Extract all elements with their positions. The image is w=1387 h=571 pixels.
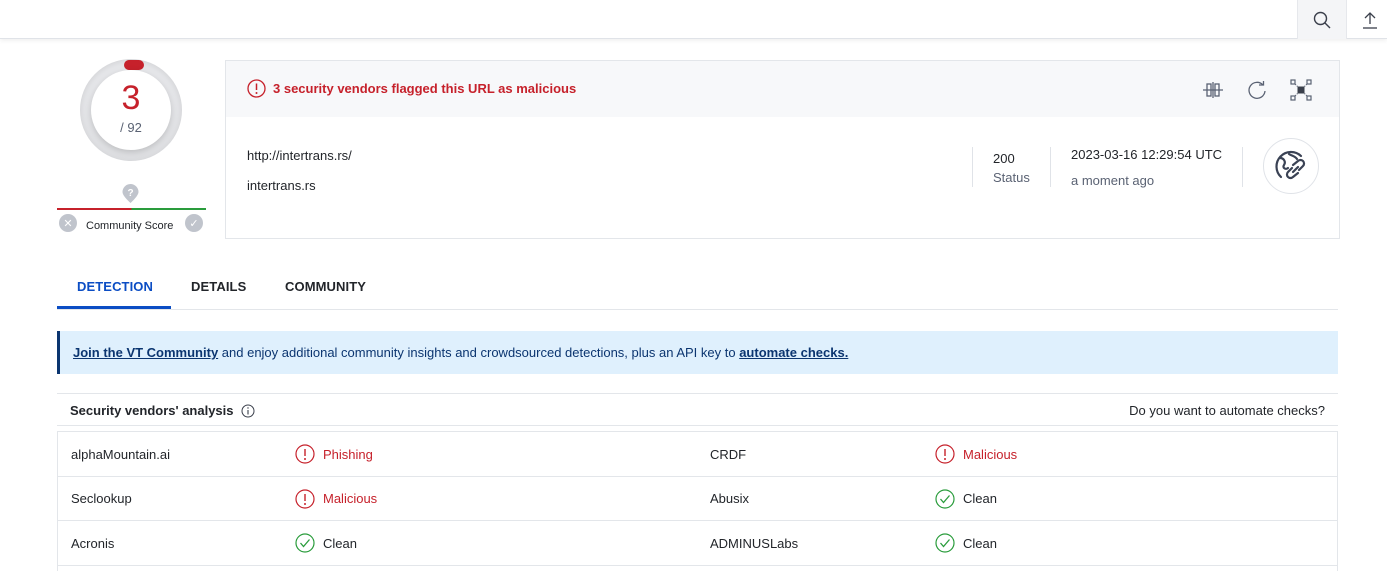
active-tab-indicator (57, 306, 171, 309)
upload-icon (1362, 11, 1377, 29)
check-circle-icon (935, 488, 955, 509)
close-icon: ✕ (63, 217, 73, 230)
vendor-name: alphaMountain.ai (71, 446, 171, 462)
vendor-result: Clean (935, 477, 997, 521)
graph-button[interactable] (1288, 78, 1314, 102)
tab-bar: DETECTION DETAILS COMMUNITY (57, 268, 1338, 310)
svg-text:?: ? (127, 188, 133, 199)
automate-checks-prompt[interactable]: Do you want to automate checks? (1129, 403, 1325, 418)
divider (1050, 147, 1051, 187)
join-community-link[interactable]: Join the VT Community (73, 345, 218, 360)
table-row: Acronis Clean ADMINUSLabs Clean (58, 521, 1337, 566)
scanned-url[interactable]: http://intertrans.rs/ (247, 148, 352, 163)
score-ring-fill (124, 60, 144, 70)
vendor-result-label: Phishing (323, 446, 373, 462)
vendor-result-label: Malicious (963, 446, 1018, 462)
vendor-result: Clean (935, 521, 997, 565)
analysis-date: 2023-03-16 12:29:54 UTC (1071, 147, 1223, 162)
search-icon (1313, 11, 1331, 28)
reanalyze-button[interactable] (1244, 78, 1270, 102)
vote-harmless-button[interactable]: ✓ (185, 214, 203, 232)
http-status-code: 200 (993, 151, 1015, 166)
top-bar (0, 0, 1387, 39)
vendor-result: Phishing (295, 432, 373, 476)
vendor-result-label: Clean (963, 535, 997, 551)
scanned-domain[interactable]: intertrans.rs (247, 178, 316, 193)
compare-icon (1203, 82, 1223, 98)
http-status-label: Status (993, 170, 1030, 185)
check-icon: ✓ (189, 217, 199, 230)
vendor-result: Clean (295, 521, 357, 565)
info-icon[interactable] (241, 404, 255, 418)
divider (1242, 147, 1243, 187)
vendor-name: Acronis (71, 535, 115, 551)
graph-icon (1290, 79, 1312, 101)
detection-count: 3 (121, 79, 141, 117)
check-circle-icon (295, 533, 315, 553)
vote-harmful-button[interactable]: ✕ (59, 214, 77, 232)
alert-text: 3 security vendors flagged this URL as m… (273, 81, 577, 96)
vendor-result-label: Clean (963, 491, 997, 506)
upload-button[interactable] (1352, 0, 1387, 39)
vendors-analysis-header: Security vendors' analysis Do you want t… (57, 393, 1338, 426)
community-score: ? ✕ Community Score ✓ (57, 182, 207, 237)
alert-icon (295, 488, 315, 509)
summary-card: 3 security vendors flagged this URL as m… (225, 60, 1340, 239)
check-circle-icon (935, 533, 955, 553)
question-pin-icon: ? (122, 184, 139, 203)
vendor-name: Seclookup (71, 491, 132, 506)
reanalyze-icon (1248, 81, 1266, 99)
vendor-result-label: Clean (323, 535, 357, 551)
vendor-result: Malicious (295, 477, 377, 521)
vendor-name: ADMINUSLabs (710, 535, 799, 551)
alert-icon (247, 79, 266, 98)
search-button[interactable] (1297, 0, 1347, 39)
vendor-name: Abusix (710, 491, 750, 506)
automate-checks-link[interactable]: automate checks. (739, 345, 848, 360)
engine-total: / 92 (120, 120, 142, 135)
community-banner: Join the VT Community and enjoy addition… (57, 331, 1338, 374)
table-row: Seclookup Malicious Abusix Clean (58, 477, 1337, 521)
divider (972, 147, 973, 187)
vendor-result: Malicious (935, 432, 1017, 476)
tab-details[interactable]: DETAILS (191, 279, 246, 294)
vendors-table: alphaMountain.ai Phishing CRDF Malicious Sec… (57, 431, 1338, 571)
tab-detection[interactable]: DETECTION (77, 279, 153, 294)
malicious-alert: 3 security vendors flagged this URL as m… (247, 79, 576, 98)
globe-link-icon (1275, 150, 1306, 180)
url-type-badge (1263, 138, 1319, 194)
detection-score-gauge: 3 / 92 (80, 59, 182, 161)
vendor-name: CRDF (710, 446, 747, 462)
vendors-analysis-title: Security vendors' analysis (70, 403, 234, 418)
summary-header: 3 security vendors flagged this URL as m… (226, 61, 1339, 117)
compare-button[interactable] (1200, 78, 1226, 102)
score-center: 3 / 92 (91, 70, 171, 150)
vendor-result-label: Malicious (323, 491, 378, 506)
alert-icon (935, 444, 955, 464)
analysis-relative-time: a moment ago (1071, 173, 1155, 188)
tab-community[interactable]: COMMUNITY (285, 279, 366, 294)
community-score-label: Community Score (86, 220, 174, 232)
banner-text: and enjoy additional community insights … (218, 345, 740, 360)
table-row: alphaMountain.ai Phishing CRDF Malicious (58, 432, 1337, 477)
community-score-bar (57, 208, 206, 210)
alert-icon (295, 444, 315, 464)
